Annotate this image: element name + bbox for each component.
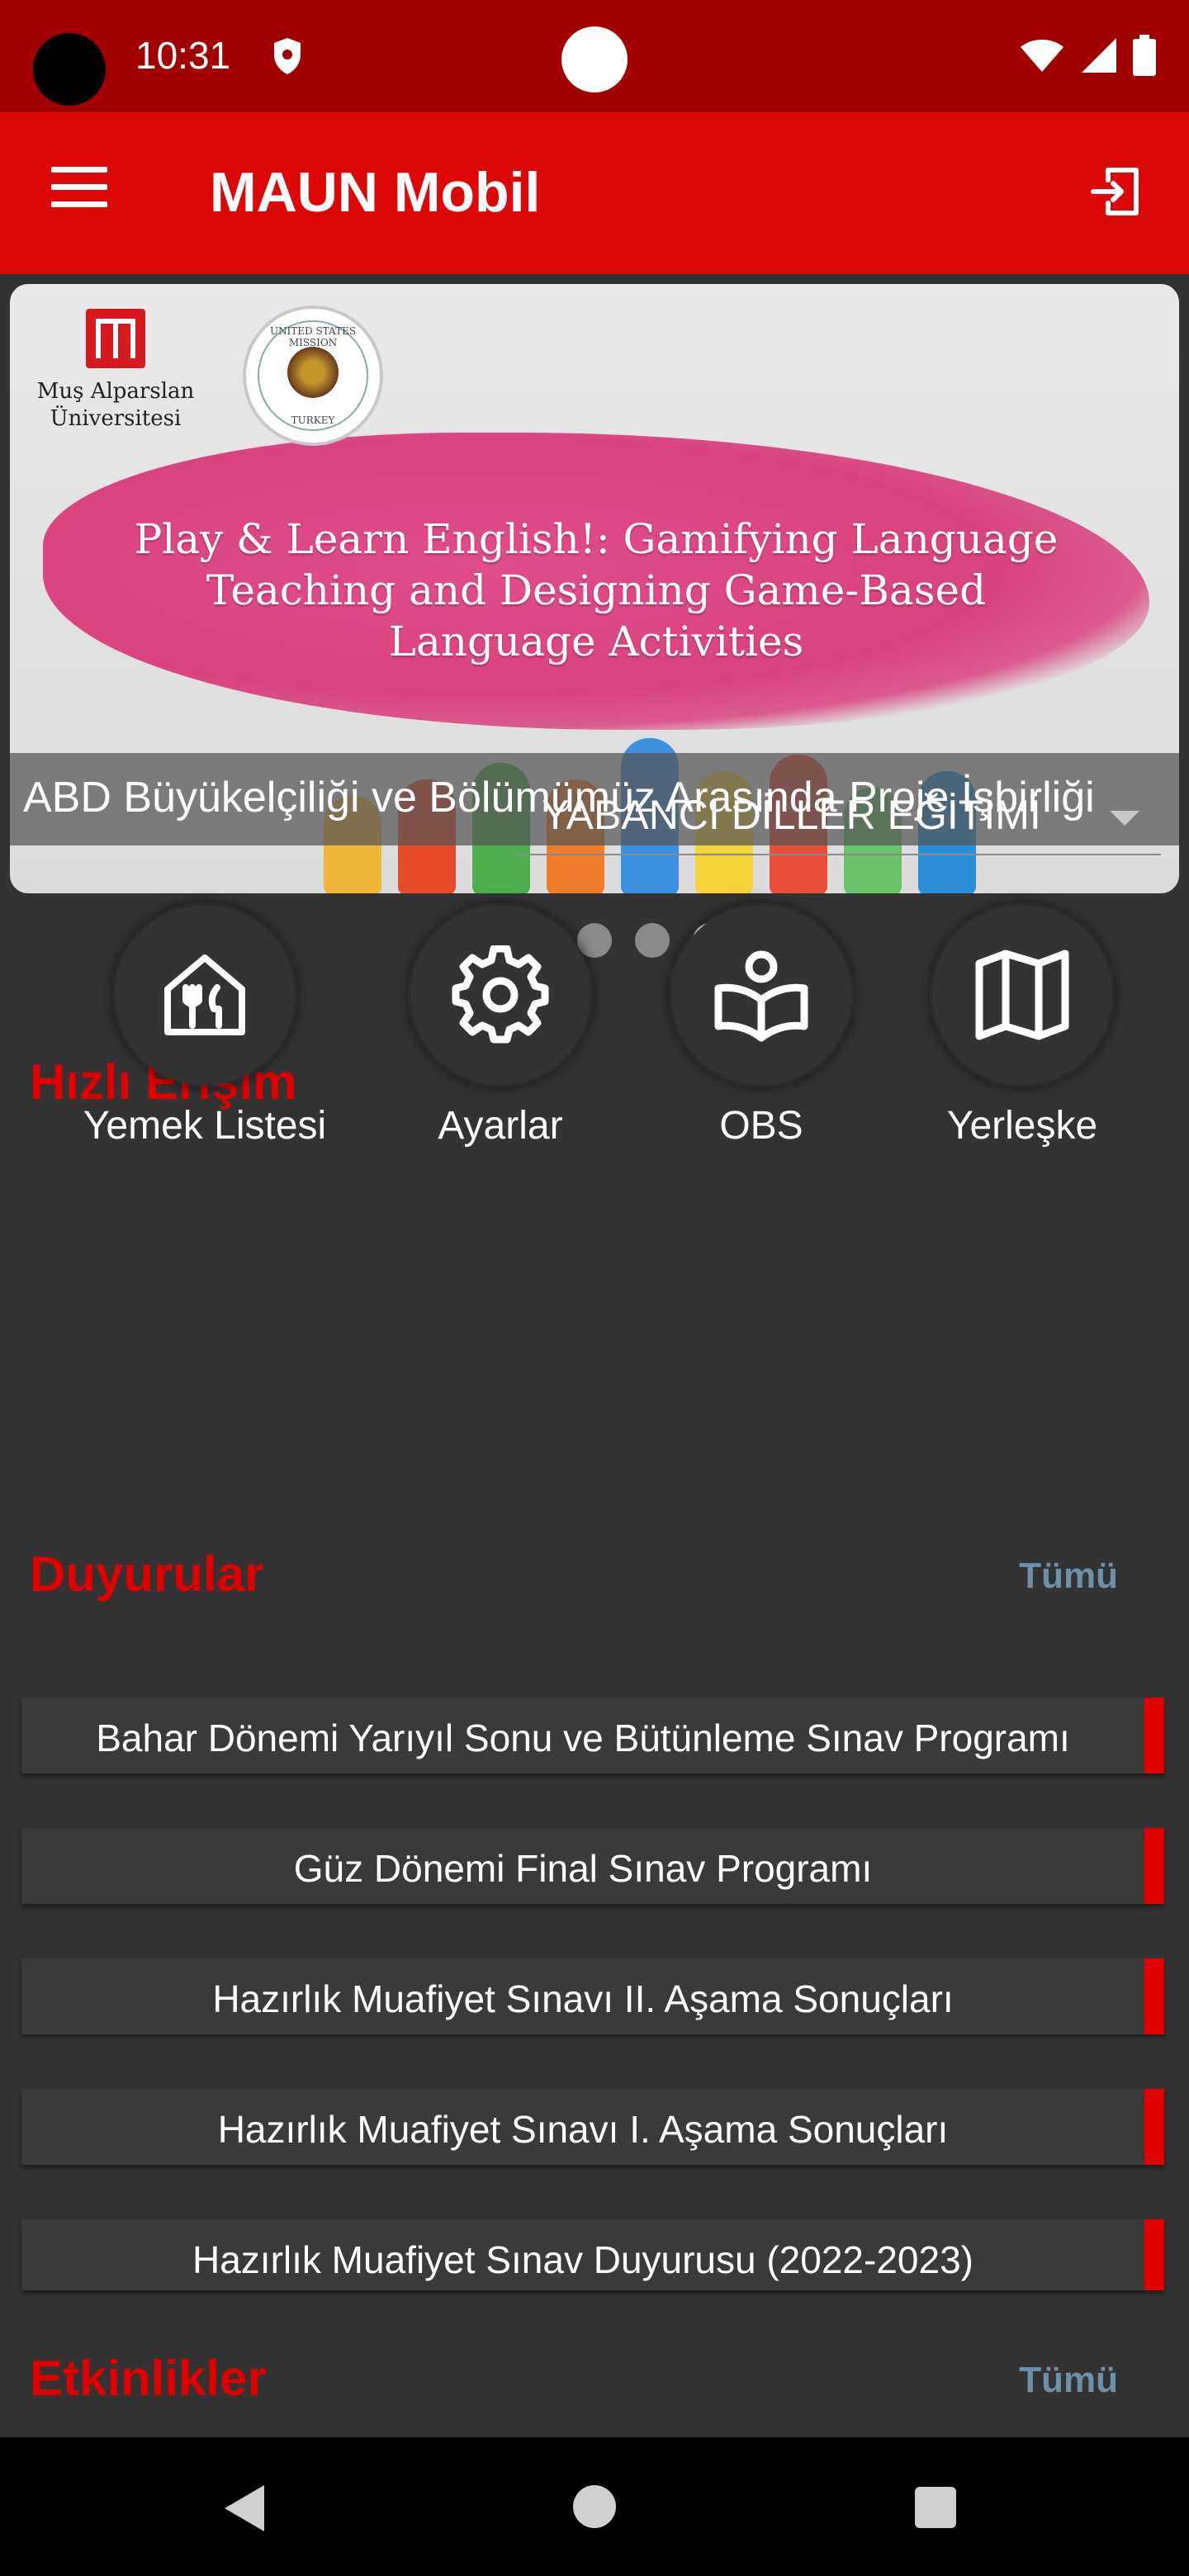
recent-apps-icon[interactable] bbox=[915, 2487, 956, 2528]
back-icon[interactable] bbox=[225, 2485, 264, 2531]
quick-item-campus[interactable]: Yerleşke bbox=[898, 905, 1146, 1148]
app-bar: MAUN Mobil bbox=[0, 112, 1189, 274]
announcement-item[interactable]: Güz Dönemi Final Sınav Programı bbox=[21, 1828, 1164, 1904]
dropdown-caret-icon bbox=[1110, 811, 1139, 826]
battery-icon bbox=[1133, 35, 1156, 80]
events-title: Etkinlikler bbox=[30, 2351, 267, 2406]
notification-dot bbox=[561, 26, 628, 92]
announcements-title: Duyurular bbox=[30, 1546, 264, 1602]
quick-item-label: Ayarlar bbox=[438, 1104, 563, 1148]
status-bar: 10:31 bbox=[0, 0, 1189, 112]
quick-item-obs[interactable]: OBS bbox=[637, 905, 885, 1148]
app-title: MAUN Mobil bbox=[210, 161, 541, 224]
announcement-item[interactable]: Hazırlık Muafiyet Sınavı I. Aşama Sonuçl… bbox=[21, 2089, 1164, 2165]
us-mission-seal: UNITED STATES MISSION TURKEY bbox=[243, 305, 383, 446]
quick-item-meal-list[interactable]: Yemek Listesi bbox=[81, 905, 329, 1148]
home-icon[interactable] bbox=[573, 2485, 616, 2528]
quick-item-label: Yemek Listesi bbox=[83, 1104, 327, 1148]
wifi-icon bbox=[1019, 37, 1065, 78]
quick-item-settings[interactable]: Ayarlar bbox=[377, 905, 624, 1148]
announcement-item[interactable]: Bahar Dönemi Yarıyıl Sonu ve Bütünleme S… bbox=[21, 1698, 1164, 1773]
announcement-item[interactable]: Hazırlık Muafiyet Sınav Duyurusu (2022-2… bbox=[21, 2219, 1164, 2290]
department-dropdown-value: YABANCI DİLLER EĞİTİMİ bbox=[542, 792, 1041, 838]
department-dropdown[interactable]: YABANCI DİLLER EĞİTİMİ bbox=[514, 773, 1161, 855]
announcement-item[interactable]: Hazırlık Muafiyet Sınavı II. Aşama Sonuç… bbox=[21, 1958, 1164, 2034]
banner-heading: Play & Learn English!: Gamifying Languag… bbox=[134, 515, 1059, 665]
quick-item-label: OBS bbox=[719, 1104, 803, 1148]
university-logo: Muş Alparslan Üniversitesi bbox=[33, 309, 198, 431]
main-content: Muş Alparslan Üniversitesi UNITED STATES… bbox=[0, 274, 1189, 2437]
quick-item-label: Yerleşke bbox=[946, 1104, 1098, 1148]
gear-icon[interactable] bbox=[410, 905, 590, 1085]
system-navigation-bar bbox=[0, 2437, 1189, 2576]
reader-book-icon[interactable] bbox=[671, 905, 851, 1085]
events-see-all-link[interactable]: Tümü bbox=[1019, 2360, 1118, 2401]
shield-icon bbox=[271, 36, 304, 80]
announcements-see-all-link[interactable]: Tümü bbox=[1019, 1556, 1118, 1597]
restaurant-icon[interactable] bbox=[115, 905, 295, 1085]
status-time: 10:31 bbox=[135, 34, 231, 77]
camera-cutout bbox=[33, 33, 106, 106]
logout-icon[interactable] bbox=[1087, 162, 1146, 225]
map-icon[interactable] bbox=[932, 905, 1112, 1085]
menu-icon[interactable] bbox=[51, 167, 107, 216]
signal-icon bbox=[1080, 36, 1118, 78]
